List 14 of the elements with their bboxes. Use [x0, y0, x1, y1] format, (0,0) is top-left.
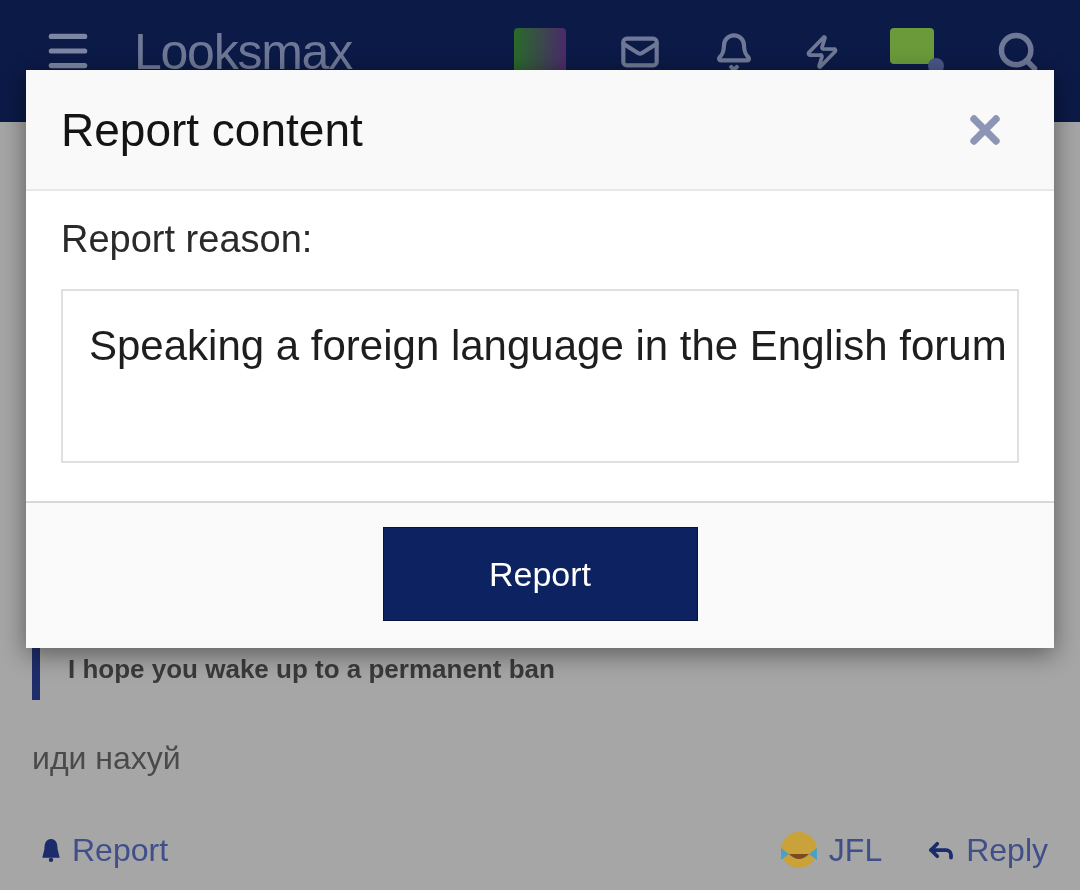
reason-label: Report reason:	[61, 218, 313, 260]
bolt-icon[interactable]	[804, 32, 840, 72]
dialog-title: Report content	[61, 103, 363, 156]
post-text: иди нахуй	[32, 740, 181, 776]
bell-icon[interactable]	[714, 32, 754, 72]
laughing-emoji-icon	[778, 830, 819, 870]
reason-value: Speaking a foreign language in the English forum	[89, 322, 1007, 369]
quote-text: I hope you wake up to a permanent ban	[68, 654, 555, 684]
reason-field[interactable]: Speaking a foreign language in the English forum	[61, 289, 1019, 463]
report-button[interactable]: Report	[382, 527, 698, 621]
reaction-link[interactable]: JFL	[778, 830, 883, 870]
report-link[interactable]: Report	[32, 830, 169, 870]
bell-icon	[40, 838, 62, 862]
reply-link[interactable]: Reply	[926, 830, 1048, 870]
